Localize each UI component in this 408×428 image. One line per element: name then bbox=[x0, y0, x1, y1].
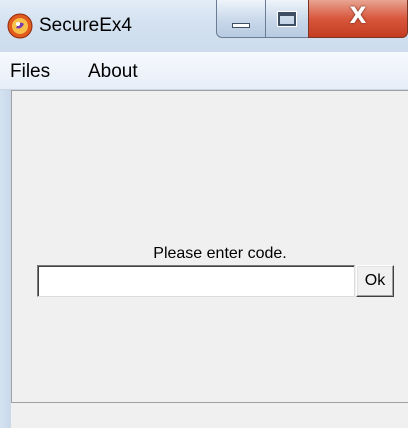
window-title: SecureEx4 bbox=[39, 15, 132, 36]
minimize-icon bbox=[232, 23, 250, 28]
menu-about[interactable]: About bbox=[88, 61, 138, 83]
client-area: Please enter code. Ok bbox=[11, 90, 408, 402]
caption-buttons: X bbox=[216, 0, 408, 40]
code-prompt-label: Please enter code. bbox=[153, 245, 287, 262]
menu-bar: Files About bbox=[0, 52, 408, 90]
window-frame-left bbox=[0, 90, 11, 428]
close-button[interactable]: X bbox=[308, 0, 408, 38]
title-bar[interactable]: SecureEx4 X bbox=[0, 0, 408, 52]
maximize-button[interactable] bbox=[265, 0, 309, 38]
minimize-button[interactable] bbox=[216, 0, 266, 38]
close-icon: X bbox=[349, 3, 367, 29]
menu-files[interactable]: Files bbox=[10, 61, 50, 83]
status-bar bbox=[11, 402, 408, 428]
ok-button[interactable]: Ok bbox=[356, 265, 394, 297]
maximize-icon bbox=[277, 10, 297, 27]
code-input[interactable] bbox=[37, 265, 355, 297]
app-logo-icon bbox=[7, 13, 33, 39]
